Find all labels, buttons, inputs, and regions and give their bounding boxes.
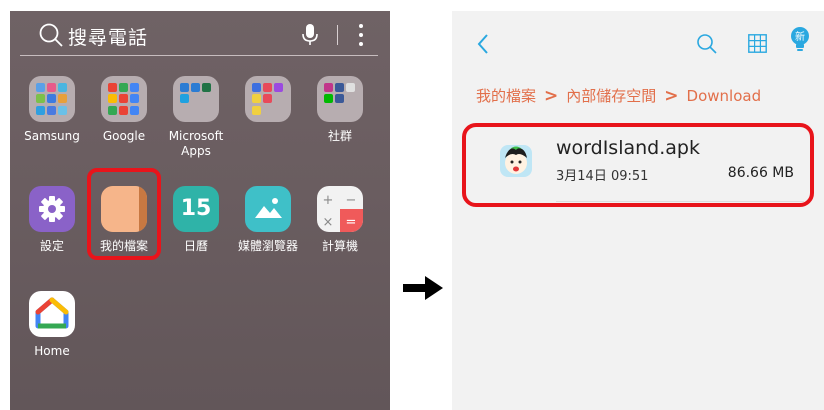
app-label: 媒體瀏覽器: [237, 239, 298, 253]
chevron-right-icon: >: [544, 86, 559, 106]
app-calendar[interactable]: 15 日曆: [156, 186, 236, 254]
search-underline: [20, 55, 378, 56]
app-label: Microsoft Apps: [168, 129, 224, 158]
search-icon[interactable]: [696, 33, 718, 55]
app-label: 社群: [327, 129, 352, 143]
gallery-mountain-icon: [245, 186, 291, 232]
app-label: Home: [34, 344, 70, 358]
folder-icon: [101, 76, 147, 122]
folder-social[interactable]: 社群: [300, 76, 380, 144]
calendar-icon: 15: [173, 186, 219, 232]
svg-text:×: ×: [323, 215, 334, 230]
more-options-icon[interactable]: [358, 24, 364, 46]
svg-text:=: =: [346, 215, 357, 230]
folder-samsung[interactable]: Samsung: [12, 76, 92, 144]
app-home[interactable]: Home: [12, 291, 92, 359]
folder-icon: [317, 76, 363, 122]
folder-google[interactable]: Google: [84, 76, 164, 144]
search-bar[interactable]: 搜尋電話: [20, 11, 378, 61]
folder-apps-misc[interactable]: [228, 76, 308, 129]
right-arrow-icon: [403, 276, 443, 300]
app-label: 日曆: [183, 239, 208, 253]
file-manager-screen: 新 我的檔案 > 內部儲存空間 > Download wordIsland.apk 3月…: [452, 11, 824, 410]
app-gallery[interactable]: 媒體瀏覽器: [228, 186, 308, 254]
breadcrumb: 我的檔案 > 內部儲存空間 > Download: [476, 85, 761, 106]
grid-view-icon[interactable]: [748, 34, 767, 53]
search-placeholder: 搜尋電話: [68, 27, 149, 49]
breadcrumb-internal-storage[interactable]: 內部儲存空間: [566, 87, 656, 105]
search-icon: [39, 23, 63, 47]
app-label: 設定: [39, 239, 64, 253]
search-separator: [337, 25, 338, 45]
app-settings[interactable]: 設定: [12, 186, 92, 254]
folder-icon: [173, 76, 219, 122]
settings-gear-icon: [29, 186, 75, 232]
breadcrumb-my-files[interactable]: 我的檔案: [476, 87, 536, 105]
calculator-icon: + − × =: [317, 186, 363, 232]
google-home-icon: [29, 291, 75, 337]
new-badge-text: 新: [795, 30, 805, 43]
svg-text:+: +: [323, 193, 334, 208]
folder-microsoft-apps[interactable]: Microsoft Apps: [156, 76, 236, 159]
microphone-icon[interactable]: [302, 24, 318, 46]
back-chevron-icon[interactable]: [476, 33, 490, 55]
home-app-drawer: 搜尋電話 Samsung Google Microsoft Apps 社群 設定…: [10, 11, 390, 410]
folder-icon: [245, 76, 291, 122]
chevron-right-icon: >: [664, 86, 679, 106]
folder-icon: [29, 76, 75, 122]
breadcrumb-download[interactable]: Download: [687, 87, 762, 105]
file-row-highlight-box: [462, 123, 814, 207]
my-files-highlight-box: [87, 168, 161, 260]
app-calculator[interactable]: + − × = 計算機: [300, 186, 380, 254]
new-badge-bulb-icon[interactable]: 新: [790, 27, 810, 53]
app-label: 計算機: [321, 239, 358, 253]
app-label: Samsung: [24, 129, 80, 143]
app-label: Google: [102, 129, 146, 143]
svg-text:−: −: [346, 193, 357, 208]
